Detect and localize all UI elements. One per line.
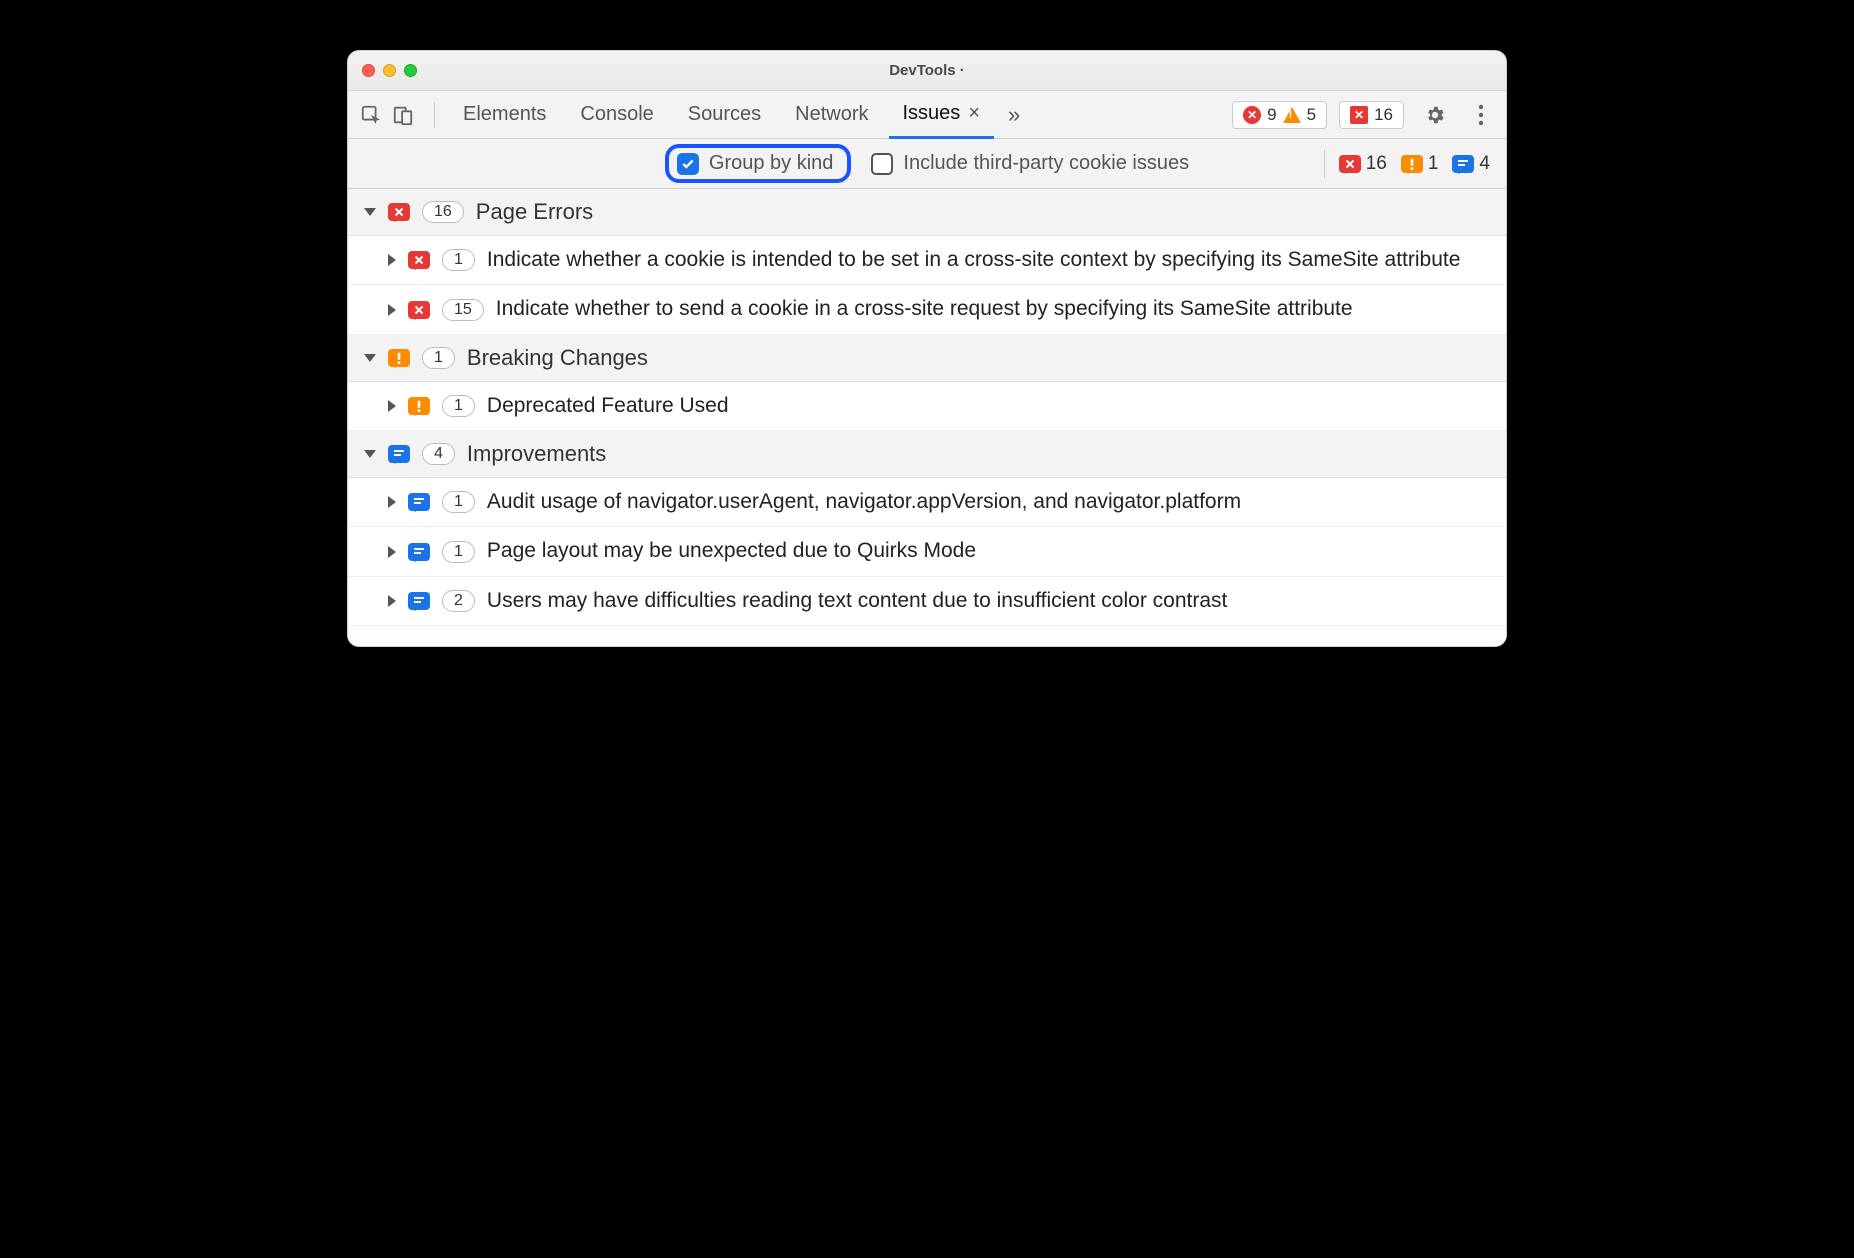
error-bubble-icon [408,251,430,269]
checkbox-unchecked-icon [871,153,893,175]
tabbar: Elements Console Sources Network Issues … [348,91,1506,139]
group-page-errors[interactable]: 16 Page Errors [348,189,1506,236]
error-bubble-icon [1339,155,1361,173]
group-label: Breaking Changes [467,345,648,371]
expand-icon [388,595,396,607]
group-count: 16 [422,201,464,223]
issues-list: 16 Page Errors 1 Indicate whether a cook… [348,189,1506,646]
bottom-padding [348,626,1506,646]
toggle-device-button[interactable] [390,102,416,128]
issue-count: 2 [442,590,475,612]
tab-label: Elements [463,103,546,126]
close-window-button[interactable] [362,64,375,77]
devtools-window: DevTools · Elements Console Sources Netw… [347,50,1507,647]
group-breaking-changes[interactable]: 1 Breaking Changes [348,335,1506,382]
divider [434,102,435,128]
issues-toolbar: Group by kind Include third-party cookie… [348,139,1506,189]
tab-network[interactable]: Network [781,91,882,139]
tab-issues[interactable]: Issues × [889,91,995,139]
expand-icon [388,546,396,558]
warning-bubble-icon [388,349,410,367]
toolbar-counts: 16 1 4 [1324,150,1490,178]
traffic-lights [362,64,417,77]
close-tab-icon[interactable]: × [968,102,980,125]
expand-icon [364,354,376,362]
info-bubble-icon [1452,155,1474,173]
expand-icon [388,400,396,412]
info-bubble-icon [408,543,430,561]
tab-label: Console [580,103,653,126]
expand-icon [364,208,376,216]
titlebar: DevTools · [348,51,1506,91]
issue-row[interactable]: 1 Deprecated Feature Used [348,382,1506,431]
issue-text: Page layout may be unexpected due to Qui… [487,537,1490,565]
issue-row[interactable]: 1 Indicate whether a cookie is intended … [348,236,1506,285]
expand-icon [388,254,396,266]
issue-count: 1 [442,541,475,563]
warning-icon [1283,107,1301,123]
checkbox-label: Include third-party cookie issues [903,152,1189,175]
tab-label: Issues [903,102,961,125]
checkbox-label: Group by kind [709,152,834,175]
group-count: 4 [422,443,455,465]
info-bubble-icon [408,592,430,610]
info-bubble-icon [408,493,430,511]
expand-icon [388,304,396,316]
warning-bubble-icon [1401,155,1423,173]
minimize-window-button[interactable] [383,64,396,77]
issue-text: Users may have difficulties reading text… [487,587,1490,615]
issue-row[interactable]: 1 Audit usage of navigator.userAgent, na… [348,478,1506,527]
info-bubble-icon [388,445,410,463]
more-options-button[interactable] [1466,100,1496,130]
breaking-changes-count[interactable]: 1 [1401,153,1439,175]
error-icon: ✕ [1243,106,1261,124]
expand-icon [364,450,376,458]
page-errors-count[interactable]: 16 [1339,153,1387,175]
inspect-element-button[interactable] [358,102,384,128]
warning-bubble-icon [408,397,430,415]
tab-sources[interactable]: Sources [674,91,775,139]
more-tabs-button[interactable]: » [1000,102,1028,128]
checkbox-checked-icon [677,153,699,175]
expand-icon [388,496,396,508]
zoom-window-button[interactable] [404,64,417,77]
issues-count: 16 [1374,105,1393,125]
issues-status-button[interactable]: ✕ 16 [1339,101,1404,129]
issue-row[interactable]: 1 Page layout may be unexpected due to Q… [348,527,1506,576]
warning-count: 5 [1307,105,1316,125]
error-count: 9 [1267,105,1276,125]
tab-console[interactable]: Console [566,91,667,139]
improvements-count[interactable]: 4 [1452,153,1490,175]
window-title: DevTools · [348,62,1506,79]
group-by-kind-checkbox[interactable]: Group by kind [665,144,852,183]
issue-text: Audit usage of navigator.userAgent, navi… [487,488,1490,516]
issue-count: 1 [442,249,475,271]
issue-text: Indicate whether to send a cookie in a c… [496,295,1490,323]
include-third-party-checkbox[interactable]: Include third-party cookie issues [871,152,1189,175]
issue-row[interactable]: 2 Users may have difficulties reading te… [348,577,1506,626]
group-label: Page Errors [476,199,593,225]
issue-row[interactable]: 15 Indicate whether to send a cookie in … [348,285,1506,334]
issue-count: 1 [442,395,475,417]
settings-button[interactable] [1420,100,1450,130]
divider [1324,150,1325,178]
error-bubble-icon [408,301,430,319]
tab-label: Network [795,103,868,126]
issues-icon: ✕ [1350,106,1368,124]
error-bubble-icon [388,203,410,221]
tab-label: Sources [688,103,761,126]
group-count: 1 [422,347,455,369]
group-label: Improvements [467,441,606,467]
issue-text: Deprecated Feature Used [487,392,1490,420]
tab-elements[interactable]: Elements [449,91,560,139]
issue-count: 15 [442,299,484,321]
issue-count: 1 [442,491,475,513]
console-status-button[interactable]: ✕ 9 5 [1232,101,1327,129]
issue-text: Indicate whether a cookie is intended to… [487,246,1490,274]
group-improvements[interactable]: 4 Improvements [348,431,1506,478]
